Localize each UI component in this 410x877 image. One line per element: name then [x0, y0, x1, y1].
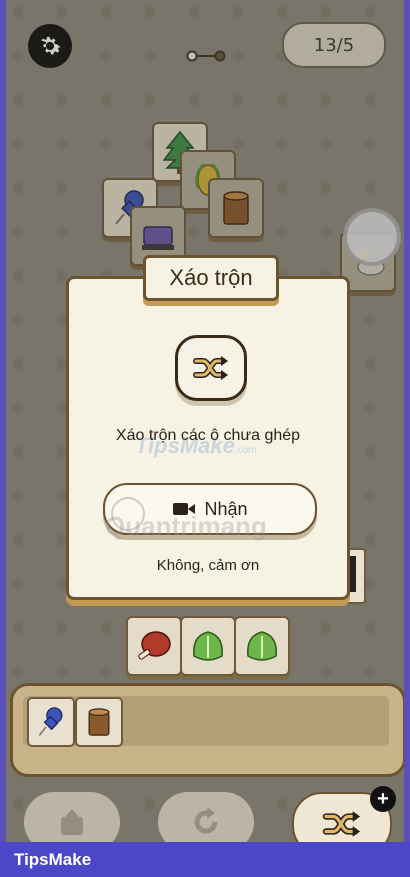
tray-slots: [23, 696, 389, 747]
tree-stump-icon: [88, 708, 110, 736]
tray-tile: [75, 697, 123, 747]
dialog-description: Xáo trộn các ô chưa ghép: [115, 427, 301, 444]
push-pin-icon: [38, 707, 63, 736]
shuffle-badge: [175, 335, 247, 401]
lettuce-icon: [193, 631, 223, 661]
undo-tile-icon: [61, 809, 83, 835]
plus-icon[interactable]: +: [370, 786, 396, 812]
board-tile[interactable]: [180, 616, 236, 676]
board-tile[interactable]: [126, 616, 182, 676]
brand-label: TipsMake: [14, 849, 92, 869]
hint-bubble: [343, 208, 401, 266]
rotate-button[interactable]: [158, 792, 254, 842]
shuffle-icon: [193, 356, 228, 380]
watermark-quantrimang: Quantrimang: [105, 511, 267, 541]
dialog-title: Xáo trộn: [143, 255, 279, 301]
meat-icon: [138, 631, 171, 660]
tray-tile: [27, 697, 75, 747]
rotate-icon: [194, 807, 218, 834]
game-screen: 13/5 Xáo trộn TipsMake.com Xáo trộn các …: [6, 0, 404, 842]
decline-button[interactable]: Không, cảm ơn: [69, 557, 347, 574]
undo-tile-button[interactable]: [24, 792, 120, 842]
lettuce-icon: [247, 631, 277, 661]
tile-tray: [10, 683, 404, 777]
brand-footer: TipsMake: [0, 842, 410, 877]
shuffle-icon: [322, 811, 361, 837]
board-tile[interactable]: [234, 616, 290, 676]
shuffle-dialog: Xáo trộn TipsMake.com Xáo trộn các ô chư…: [66, 255, 350, 600]
